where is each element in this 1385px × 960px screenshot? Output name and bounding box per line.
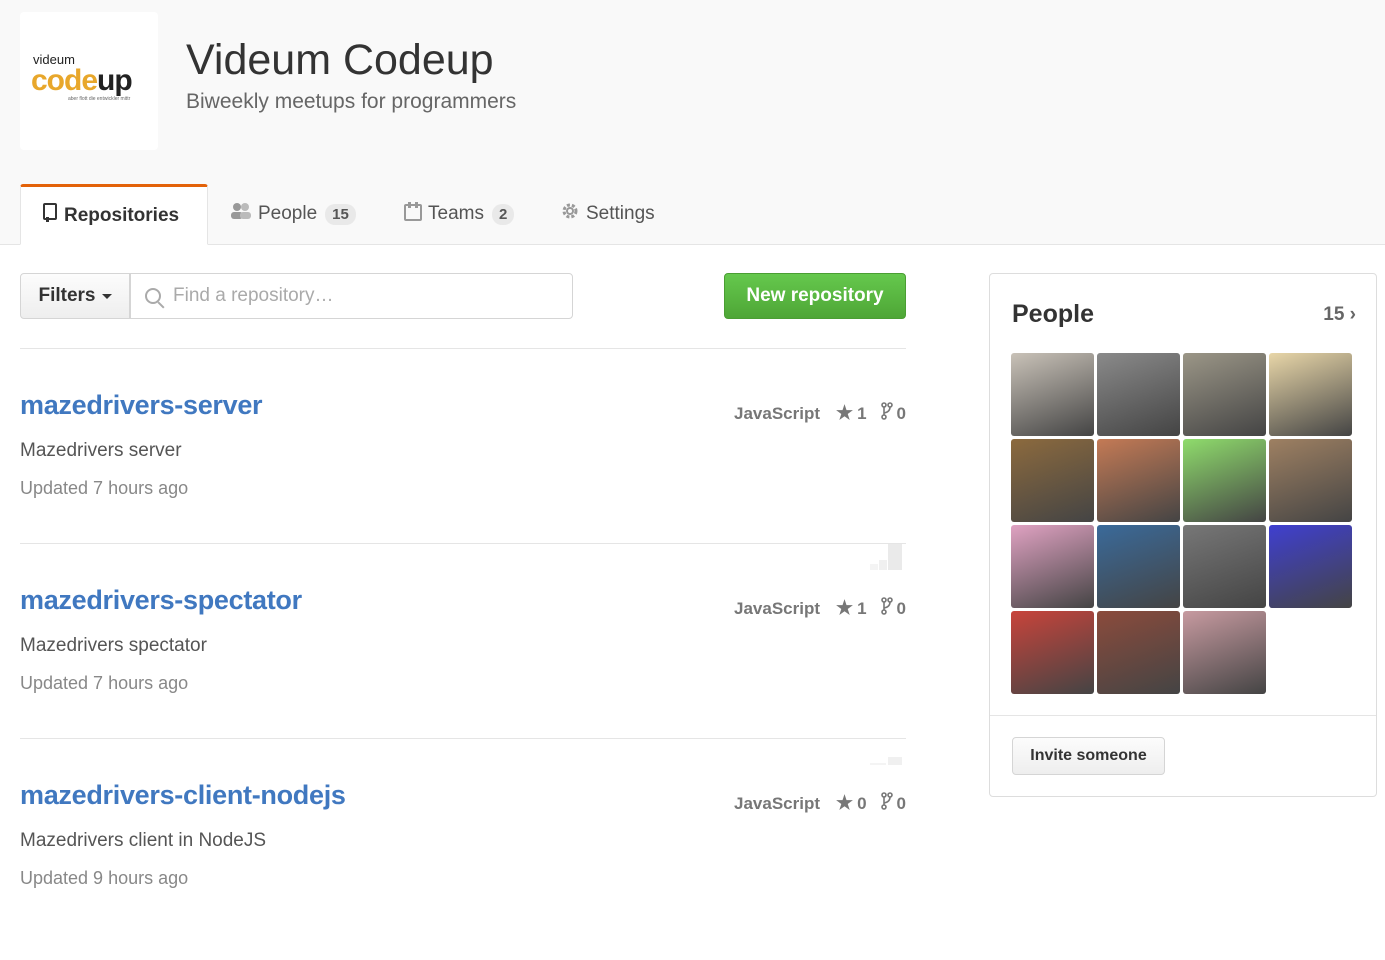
repo-name-link[interactable]: mazedrivers-server [20,390,263,421]
repo-stars[interactable]: 0 [857,794,866,814]
repo-description: Mazedrivers spectator [20,635,207,656]
repo-search-input[interactable] [171,284,555,308]
repo-forks[interactable]: 0 [897,404,906,424]
org-name: Videum Codeup [186,36,494,84]
member-avatar[interactable] [1183,611,1266,694]
filters-label: Filters [38,285,96,306]
people-title: People [1012,300,1094,328]
org-logo[interactable]: videum codeup aber flott die entwickler … [20,12,158,150]
member-avatar[interactable] [1097,439,1180,522]
repo-icon [42,202,58,229]
member-avatar[interactable] [1269,353,1352,436]
repo-meta: JavaScript ★ 1 0 [734,402,906,425]
org-description: Biweekly meetups for programmers [186,90,517,113]
member-avatar[interactable] [1183,525,1266,608]
star-icon[interactable]: ★ [836,792,853,815]
star-icon[interactable]: ★ [836,402,853,425]
member-avatar[interactable] [1011,353,1094,436]
star-icon[interactable]: ★ [836,597,853,620]
tab-repositories[interactable]: Repositories [20,184,208,245]
repo-description: Mazedrivers server [20,440,182,461]
search-icon [145,288,161,304]
repo-stars[interactable]: 1 [857,404,866,424]
fork-icon[interactable] [880,402,893,425]
tab-teams[interactable]: Teams 2 [404,184,515,244]
repo-description: Mazedrivers client in NodeJS [20,830,267,851]
divider [990,715,1376,716]
fork-icon[interactable] [880,792,893,815]
fork-icon[interactable] [880,597,893,620]
people-icon [230,202,252,226]
member-avatar[interactable] [1097,611,1180,694]
repo-language: JavaScript [734,598,821,618]
people-counter: 15 [325,203,356,225]
repo-meta: JavaScript ★ 1 0 [734,597,906,620]
new-repository-button[interactable]: New repository [724,273,906,319]
repo-updated: Updated 7 hours ago [20,673,189,693]
people-panel: People 15 › Invite someone [989,273,1377,797]
repo-forks[interactable]: 0 [897,794,906,814]
divider [20,348,906,349]
member-avatar[interactable] [1011,611,1094,694]
gear-icon [560,201,580,227]
member-avatar[interactable] [1269,525,1352,608]
logo-main-text: codeup [31,64,133,97]
org-header: videum codeup aber flott die entwickler … [0,0,1385,245]
tab-label: Repositories [64,204,180,226]
people-count: 15 [1323,304,1345,325]
repo-meta: JavaScript ★ 0 0 [734,792,906,815]
member-avatar[interactable] [1097,525,1180,608]
member-avatar[interactable] [1183,353,1266,436]
repo-updated: Updated 9 hours ago [20,868,189,888]
member-avatar[interactable] [1269,439,1352,522]
repo-stars[interactable]: 1 [857,599,866,619]
tab-label: Settings [586,203,655,224]
tab-label: Teams [428,203,484,224]
filters-button[interactable]: Filters [20,273,130,319]
teams-counter: 2 [491,203,515,225]
repo-language: JavaScript [734,403,821,423]
teams-icon [404,201,422,227]
member-avatar[interactable] [1011,439,1094,522]
repo-forks[interactable]: 0 [897,599,906,619]
chevron-right-icon: › [1349,304,1356,325]
people-count-link[interactable]: 15 › [1323,304,1356,326]
repo-updated: Updated 7 hours ago [20,478,189,498]
invite-someone-button[interactable]: Invite someone [1012,737,1165,775]
tab-people[interactable]: People 15 [230,184,356,244]
logo-tagline: aber flott die entwickler mittr [68,96,131,102]
repo-item: mazedrivers-client-nodejs Mazedrivers cl… [20,780,906,960]
member-avatar[interactable] [1011,525,1094,608]
tab-label: People [258,203,318,224]
caret-down-icon [101,293,112,299]
member-avatar[interactable] [1097,353,1180,436]
divider [20,543,906,544]
member-avatar[interactable] [1183,439,1266,522]
repo-language: JavaScript [734,793,821,813]
divider [20,738,906,739]
repo-search[interactable] [130,273,573,319]
repo-name-link[interactable]: mazedrivers-spectator [20,585,302,616]
repo-name-link[interactable]: mazedrivers-client-nodejs [20,780,346,811]
tab-settings[interactable]: Settings [560,184,655,244]
